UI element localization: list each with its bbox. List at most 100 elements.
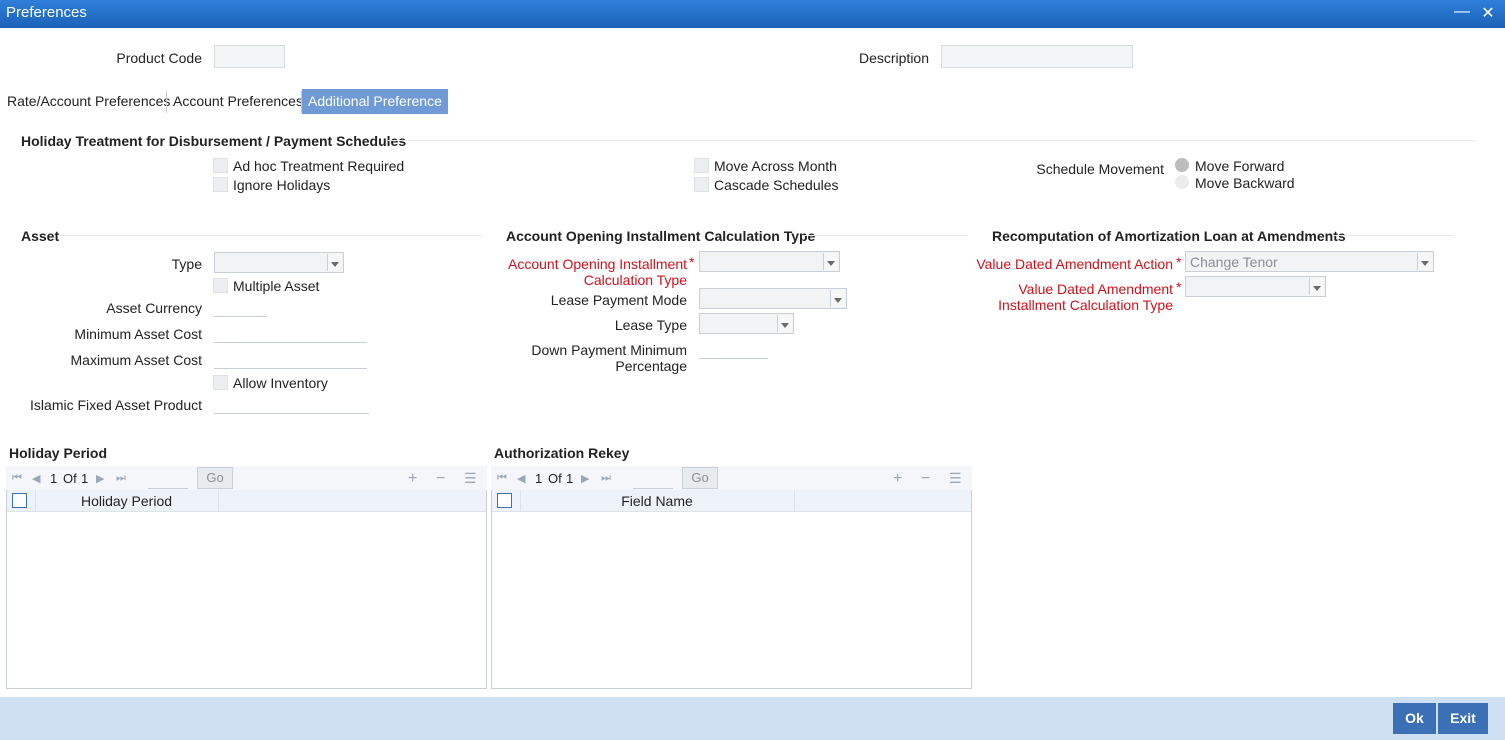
add-row-icon[interactable]: + [408,470,417,488]
delete-row-icon[interactable]: − [436,470,445,488]
multiple-asset-checkbox[interactable] [213,278,228,293]
first-page-icon[interactable]: ⏮ [497,472,507,485]
grid-header: Field Name [492,490,971,512]
close-icon[interactable]: ✕ [1478,3,1498,23]
page-number: 1 [50,471,58,486]
recomputation-title: Recomputation of Amortization Loan at Am… [992,228,1346,244]
move-backward-label: Move Backward [1195,175,1295,191]
chevron-down-icon [830,290,845,307]
asset-type-label: Type [171,256,202,272]
grid-header: Holiday Period [7,490,486,512]
vda-action-label: Value Dated Amendment Action [976,256,1173,272]
cascade-schedules-label: Cascade Schedules [714,177,839,193]
product-code-field[interactable] [214,45,285,68]
add-row-icon[interactable]: + [893,470,902,488]
product-code-label: Product Code [116,50,202,66]
go-button[interactable]: Go [682,467,718,489]
acct-open-calc-type-label-1: Account Opening Installment [508,256,687,272]
vda-install-label-1: Value Dated Amendment [1018,281,1173,297]
islamic-fixed-asset-label: Islamic Fixed Asset Product [30,397,202,413]
down-payment-field[interactable] [699,358,768,359]
column-header-holiday-period[interactable]: Holiday Period [35,493,218,509]
tab-rate-account-preferences[interactable]: Rate/Account Preferences [1,89,176,114]
acct-open-calc-type-label-2: Calculation Type [583,272,687,288]
auth-rekey-toolbar: ⏮ ◀ 1 Of 1 ▶ ⏭ Go + − ☰ [491,466,972,490]
schedule-movement-label: Schedule Movement [1036,161,1164,177]
required-mark: * [1176,279,1182,295]
tab-additional-preference[interactable]: Additional Preference [302,89,448,114]
column-divider [218,490,219,512]
down-payment-label-1: Down Payment Minimum [531,342,687,358]
section-divider [388,140,1476,141]
vda-action-value: Change Tenor [1190,254,1278,270]
window-title: Preferences [6,4,87,21]
down-payment-label-2: Percentage [615,358,687,374]
max-asset-cost-label: Maximum Asset Cost [70,352,202,368]
select-all-checkbox[interactable] [12,493,27,508]
auth-rekey-grid: Field Name [491,490,972,689]
exit-button[interactable]: Exit [1438,703,1488,734]
section-divider [1333,235,1453,236]
page-input[interactable] [633,488,673,489]
section-divider [802,235,968,236]
chevron-down-icon [777,315,792,332]
holiday-period-grid: Holiday Period [6,490,487,689]
ok-button[interactable]: Ok [1393,703,1436,734]
description-field[interactable] [941,45,1133,68]
chevron-down-icon [1309,278,1324,295]
vda-install-select[interactable] [1185,276,1326,297]
page-number: 1 [535,471,543,486]
tab-account-preferences[interactable]: Account Preferences [167,89,309,114]
page-of: Of [63,471,77,486]
adhoc-treatment-label: Ad hoc Treatment Required [233,158,405,174]
lease-type-select[interactable] [699,313,794,334]
islamic-fixed-asset-field[interactable] [214,413,369,414]
acct-open-calc-type-select[interactable] [699,251,840,272]
next-page-icon[interactable]: ▶ [581,472,589,485]
adhoc-treatment-checkbox[interactable] [213,158,228,173]
go-button[interactable]: Go [197,467,233,489]
view-details-icon[interactable]: ☰ [949,470,962,487]
first-page-icon[interactable]: ⏮ [12,472,22,485]
view-details-icon[interactable]: ☰ [464,470,477,487]
asset-currency-label: Asset Currency [106,300,202,316]
last-page-icon[interactable]: ⏭ [601,472,611,485]
min-asset-cost-label: Minimum Asset Cost [74,326,202,342]
window-titlebar: Preferences — ✕ [0,0,1505,28]
last-page-icon[interactable]: ⏭ [116,472,126,485]
previous-page-icon[interactable]: ◀ [32,472,40,485]
page-total: 1 [566,471,574,486]
authorization-rekey-title: Authorization Rekey [494,445,630,461]
select-all-checkbox[interactable] [497,493,512,508]
max-asset-cost-field[interactable] [214,368,367,369]
page-total: 1 [81,471,89,486]
allow-inventory-checkbox[interactable] [213,375,228,390]
move-across-month-checkbox[interactable] [694,158,709,173]
column-header-field-name[interactable]: Field Name [520,493,794,509]
footer-bar [0,697,1505,740]
previous-page-icon[interactable]: ◀ [517,472,525,485]
holiday-period-toolbar: ⏮ ◀ 1 Of 1 ▶ ⏭ Go + − ☰ [6,466,487,490]
delete-row-icon[interactable]: − [921,470,930,488]
cascade-schedules-checkbox[interactable] [694,177,709,192]
lease-type-label: Lease Type [614,317,687,333]
description-label: Description [858,50,929,66]
lease-payment-mode-select[interactable] [699,288,847,309]
move-forward-label: Move Forward [1195,158,1285,174]
lease-payment-mode-label: Lease Payment Mode [550,292,687,308]
asset-type-select[interactable] [214,252,344,273]
min-asset-cost-field[interactable] [214,342,367,343]
section-divider [60,235,482,236]
asset-title: Asset [21,228,60,244]
ignore-holidays-checkbox[interactable] [213,177,228,192]
page-input[interactable] [148,488,188,489]
next-page-icon[interactable]: ▶ [96,472,104,485]
asset-currency-field[interactable] [214,316,267,317]
chevron-down-icon [327,254,342,271]
minimize-icon[interactable]: — [1452,3,1472,21]
vda-action-select[interactable]: Change Tenor [1185,251,1434,272]
holiday-period-title: Holiday Period [9,445,108,461]
allow-inventory-label: Allow Inventory [233,375,328,391]
move-forward-radio[interactable] [1175,158,1189,172]
move-backward-radio[interactable] [1175,175,1189,189]
